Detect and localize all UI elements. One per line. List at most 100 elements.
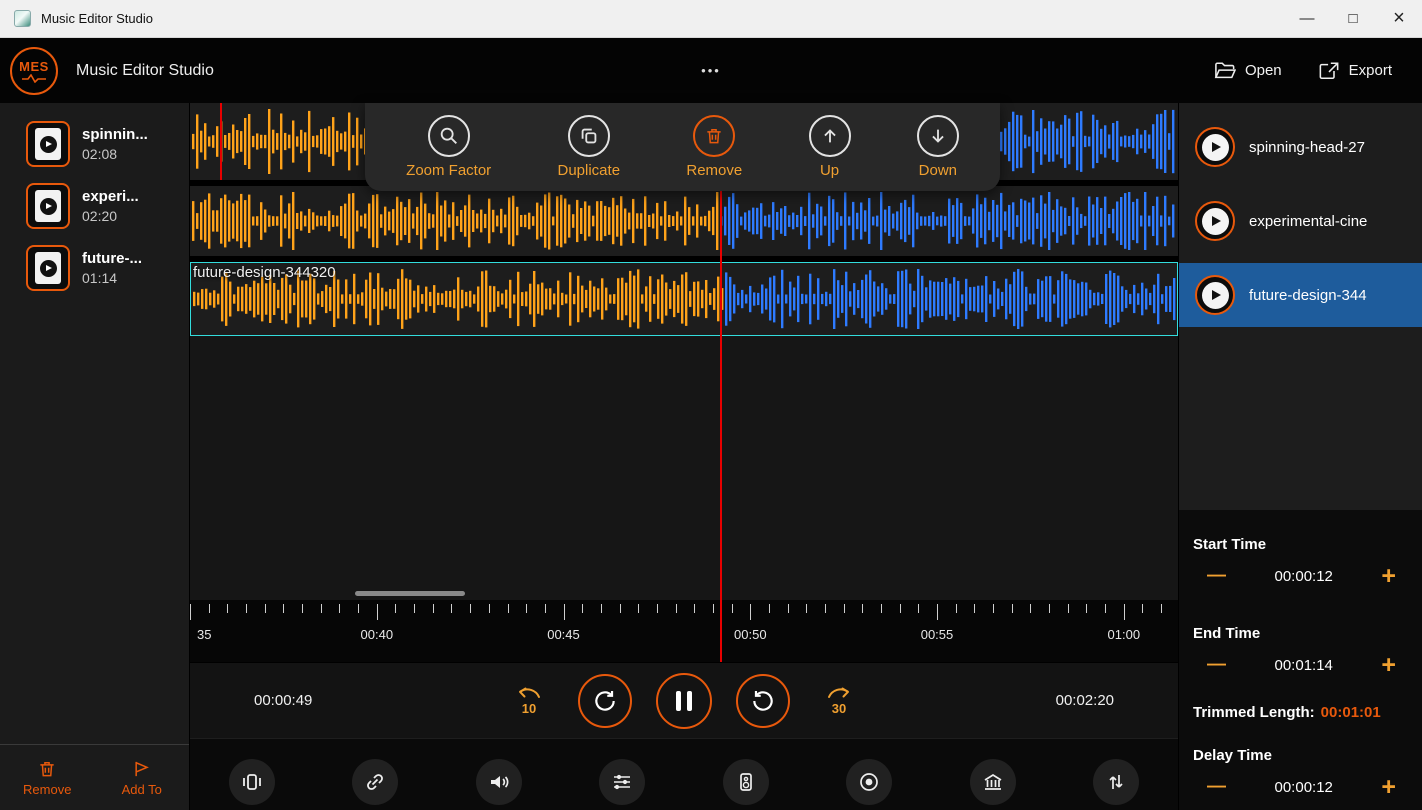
end-time-increase-button[interactable]: + xyxy=(1381,651,1396,680)
timeline-ruler[interactable]: 35 00:40 00:45 00:50 00:55 01:00 xyxy=(190,600,1178,662)
delay-time-increase-button[interactable]: + xyxy=(1381,773,1396,802)
move-down-button[interactable]: Down xyxy=(916,115,959,179)
remove-track-button[interactable]: Remove xyxy=(686,115,742,179)
timeline-tick xyxy=(1123,604,1125,620)
skip-forward-label: 30 xyxy=(831,701,847,716)
app-logo-text: MES xyxy=(19,58,49,74)
library-item[interactable]: experi... 02:20 xyxy=(0,175,189,237)
timeline-tick xyxy=(881,604,882,613)
timeline-tick xyxy=(806,604,808,613)
mixer-button[interactable] xyxy=(599,759,646,805)
timeline-tick xyxy=(694,604,696,613)
playlist-item-selected[interactable]: future-design-344 xyxy=(1179,263,1422,327)
open-label: Open xyxy=(1244,62,1282,79)
delay-time-decrease-button[interactable]: — xyxy=(1207,776,1226,798)
arrow-up-icon xyxy=(823,129,836,143)
delay-time-value: 00:00:12 xyxy=(1274,778,1333,796)
remove-file-label: Remove xyxy=(23,781,72,797)
speaker-button[interactable] xyxy=(722,759,769,805)
open-folder-icon xyxy=(1214,62,1236,78)
timeline-tick xyxy=(993,604,994,613)
skip-back-icon xyxy=(519,687,540,698)
end-time-label: End Time xyxy=(1193,625,1261,642)
timeline-tick xyxy=(1105,604,1107,613)
bank-icon xyxy=(984,773,1002,790)
timeline-tick xyxy=(227,604,229,613)
start-time-label: Start Time xyxy=(1193,536,1267,553)
timeline-tick xyxy=(488,604,490,613)
trimmed-length-label: Trimmed Length: xyxy=(1193,704,1315,721)
library-item[interactable]: spinnin... 02:08 xyxy=(0,113,189,175)
pulse-icon xyxy=(22,73,46,83)
minimize-button[interactable]: — xyxy=(1284,0,1330,37)
add-to-button[interactable]: Add To xyxy=(95,745,190,810)
timeline-tick xyxy=(768,604,770,613)
start-time-decrease-button[interactable]: — xyxy=(1207,565,1226,587)
move-down-label: Down xyxy=(918,162,958,179)
pause-button[interactable] xyxy=(656,672,712,729)
swap-order-button[interactable] xyxy=(1093,759,1140,805)
library-item[interactable]: future-... 01:14 xyxy=(0,237,189,299)
record-button[interactable] xyxy=(846,759,893,805)
playlist-item-name: spinning-head-27 xyxy=(1249,138,1365,156)
zoom-factor-button[interactable]: Zoom Factor xyxy=(406,115,491,179)
start-time-increase-button[interactable]: + xyxy=(1381,562,1396,591)
timeline-tick xyxy=(787,604,789,613)
playhead[interactable] xyxy=(720,186,722,662)
trimmed-length-value: 00:01:01 xyxy=(1320,704,1381,721)
header-actions: Open Export xyxy=(1214,61,1392,81)
library-item-duration: 02:20 xyxy=(82,208,118,224)
track-row-2[interactable] xyxy=(190,186,1178,256)
timeline-tick xyxy=(1161,604,1163,613)
add-to-label: Add To xyxy=(121,781,162,797)
zoom-factor-label: Zoom Factor xyxy=(406,162,492,179)
reset-button[interactable] xyxy=(736,673,790,728)
playlist-item-name: future-design-344 xyxy=(1249,286,1367,304)
library-item-name: spinnin... xyxy=(82,126,148,143)
timeline-tick xyxy=(1086,604,1088,613)
export-button[interactable]: Export xyxy=(1318,61,1392,81)
vibration-button[interactable] xyxy=(228,759,275,805)
track-row-3-selected[interactable]: future-design-344320 xyxy=(190,262,1178,336)
timeline-tick xyxy=(675,604,677,613)
duplicate-button[interactable]: Duplicate xyxy=(558,115,620,179)
waveform xyxy=(190,186,1178,256)
vibration-icon xyxy=(242,774,261,790)
mixer-sliders-icon xyxy=(614,774,631,790)
timeline-tick xyxy=(208,604,210,613)
timeline-tick xyxy=(1030,604,1032,613)
timeline-tick xyxy=(899,604,901,613)
link-button[interactable] xyxy=(352,759,399,805)
skip-forward-button[interactable]: 30 xyxy=(826,685,852,716)
horizontal-scrollbar-thumb[interactable] xyxy=(355,591,465,596)
properties-panel: spinning-head-27 experimental-cine futur… xyxy=(1178,103,1422,810)
soundbank-button[interactable] xyxy=(969,759,1016,805)
track-context-toolbar: Zoom Factor Duplicate Remove Up Down xyxy=(365,103,1000,191)
audio-file-icon xyxy=(26,183,70,229)
timeline-tick xyxy=(376,604,378,620)
playlist-item-name: experimental-cine xyxy=(1249,212,1368,230)
timeline-tick xyxy=(320,604,322,613)
volume-button[interactable] xyxy=(475,759,522,805)
window-titlebar: Music Editor Studio — □ × xyxy=(0,0,1422,38)
maximize-button[interactable]: □ xyxy=(1330,0,1376,37)
timeline-tick xyxy=(507,604,509,613)
library-sidebar: spinnin... 02:08 experi... 02:20 future-… xyxy=(0,103,190,810)
loop-button[interactable] xyxy=(578,673,632,728)
playlist-item[interactable]: experimental-cine xyxy=(1179,189,1422,253)
overflow-menu-button[interactable]: ••• xyxy=(701,63,721,78)
timeline-tick xyxy=(283,604,285,613)
open-button[interactable]: Open xyxy=(1214,61,1282,81)
skip-back-button[interactable]: 10 xyxy=(516,685,542,716)
end-time-value: 00:01:14 xyxy=(1274,656,1333,674)
timeline-tick xyxy=(600,604,602,613)
end-time-decrease-button[interactable]: — xyxy=(1207,654,1226,676)
timeline-tick xyxy=(937,604,938,620)
timeline-tick xyxy=(1142,604,1144,613)
move-up-button[interactable]: Up xyxy=(808,115,851,179)
timeline-tick xyxy=(563,604,565,620)
library-item-duration: 01:14 xyxy=(82,270,118,286)
playlist-item[interactable]: spinning-head-27 xyxy=(1179,115,1422,179)
close-button[interactable]: × xyxy=(1376,0,1422,37)
remove-file-button[interactable]: Remove xyxy=(0,745,95,810)
